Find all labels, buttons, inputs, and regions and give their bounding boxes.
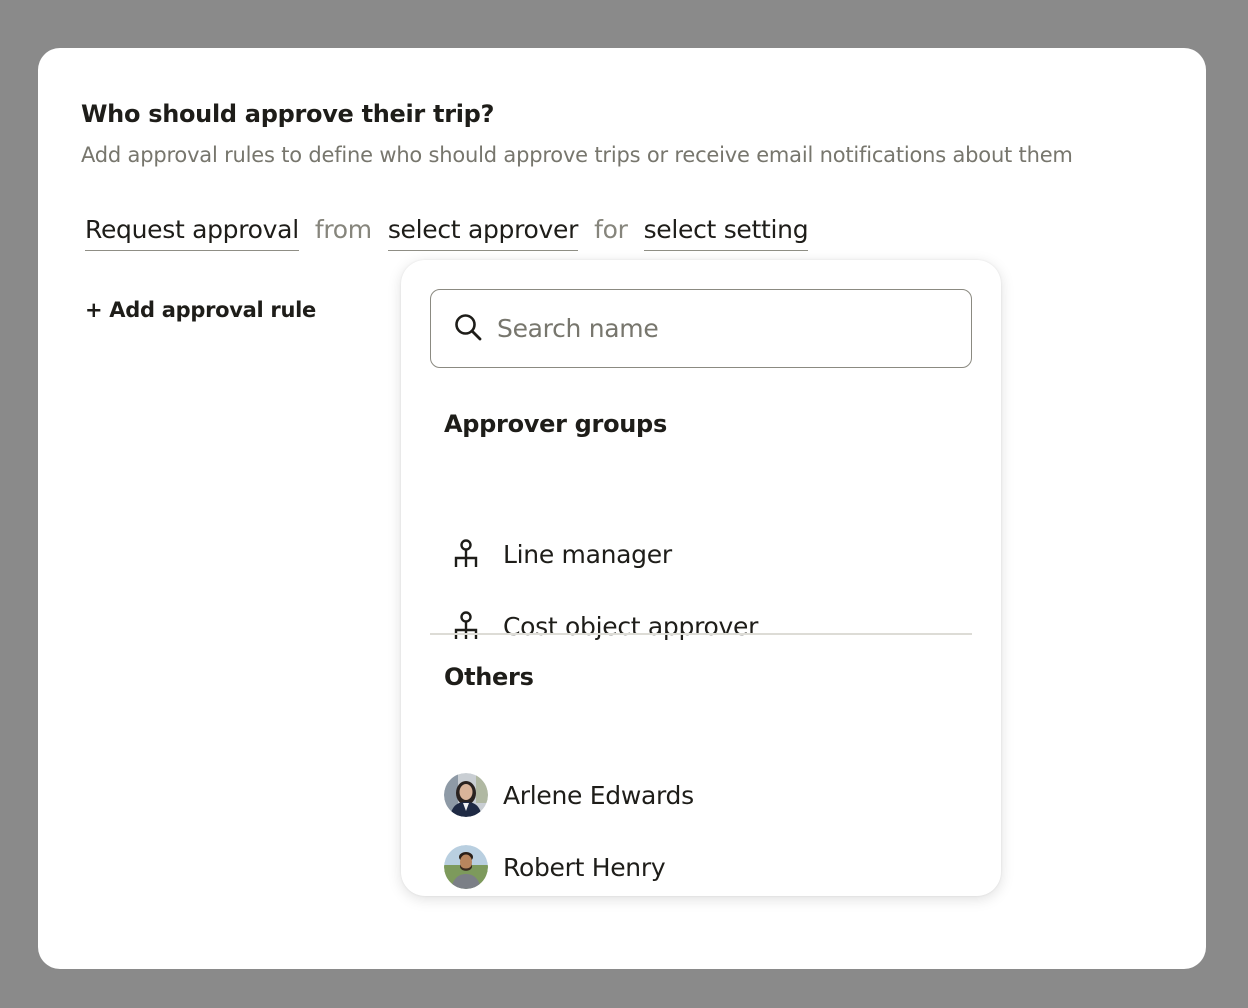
approval-card: Who should approve their trip? Add appro… [38,48,1206,969]
option-robert-henry[interactable]: Robert Henry [444,843,964,891]
org-chart-icon [444,532,488,576]
search-box[interactable] [430,289,972,368]
add-approval-rule-button[interactable]: + Add approval rule [85,298,316,322]
others-heading: Others [444,663,534,691]
option-label: Cost object approver [503,611,759,641]
search-icon [453,312,483,346]
dropdown-divider [430,633,972,635]
approver-groups-heading: Approver groups [444,410,667,438]
option-line-manager[interactable]: Line manager [444,530,964,578]
action-select[interactable]: Request approval [85,214,299,251]
page-subtitle: Add approval rules to define who should … [81,143,1073,167]
option-label: Line manager [503,539,672,569]
search-input[interactable] [497,314,957,343]
option-label: Robert Henry [503,852,666,882]
avatar [444,773,488,817]
option-arlene-edwards[interactable]: Arlene Edwards [444,771,964,819]
from-label: from [314,215,372,244]
option-label: Arlene Edwards [503,780,694,810]
avatar [444,845,488,889]
option-cost-object-approver[interactable]: Cost object approver [444,602,964,650]
setting-select[interactable]: select setting [643,214,809,251]
page-title: Who should approve their trip? [81,100,495,128]
approver-select[interactable]: select approver [387,214,578,251]
org-chart-icon [444,604,488,648]
approver-dropdown: Approver groups Line manager Cost object … [401,260,1001,896]
for-label: for [594,215,628,244]
approval-rule-row: Request approval from select approver fo… [85,214,809,254]
